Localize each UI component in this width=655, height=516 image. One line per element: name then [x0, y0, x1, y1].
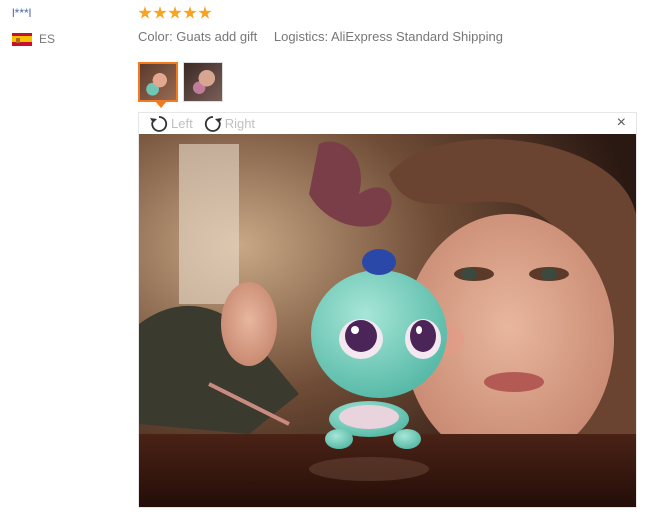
star-rating	[138, 6, 212, 20]
star-icon	[168, 6, 182, 19]
star-icon	[198, 6, 212, 19]
rotate-left-label: Left	[171, 116, 193, 131]
rotate-left-icon	[150, 115, 168, 132]
star-icon	[138, 6, 152, 19]
rotate-right-icon	[204, 115, 222, 132]
reviewer-country: ES	[12, 32, 55, 46]
star-icon	[183, 6, 197, 19]
rotate-right-button[interactable]: Right	[203, 115, 255, 133]
logistics-info: Logistics: AliExpress Standard Shipping	[273, 29, 503, 44]
review-thumbnail-2[interactable]	[183, 62, 223, 102]
country-code: ES	[39, 32, 56, 46]
color-info: Color: Guats add gift	[138, 29, 258, 44]
spain-flag-icon	[12, 32, 32, 46]
rotate-left-button[interactable]: Left	[149, 115, 193, 133]
rotate-right-label: Right	[224, 116, 256, 131]
review-thumbnails	[138, 62, 223, 102]
review-thumbnail-1[interactable]	[138, 62, 178, 102]
star-icon	[153, 6, 167, 19]
image-viewer: Left Right ×	[138, 112, 637, 508]
close-icon[interactable]: ×	[617, 114, 626, 132]
review-photo-image	[139, 134, 636, 507]
reviewer-name: l***l	[12, 6, 32, 20]
review-photo	[139, 134, 636, 507]
active-thumbnail-pointer	[155, 101, 167, 108]
review-meta: Color: Guats add gift Logistics: AliExpr…	[138, 29, 503, 44]
viewer-toolbar: Left Right ×	[139, 113, 636, 134]
